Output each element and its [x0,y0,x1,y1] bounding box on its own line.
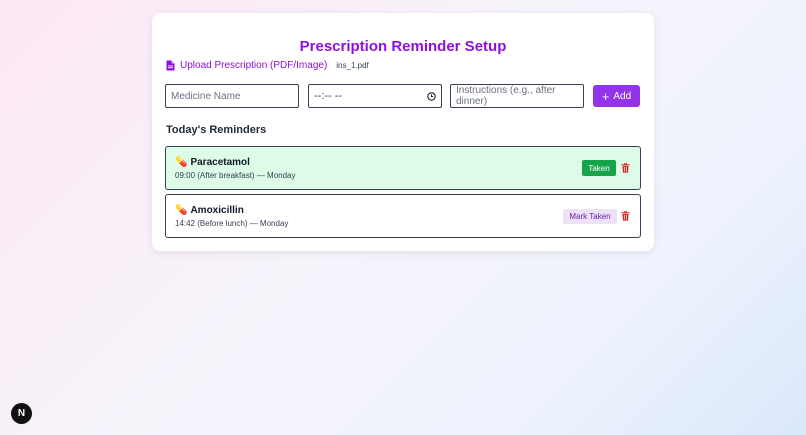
instructions-placeholder: Instructions (e.g., after dinner) [456,85,556,107]
time-input[interactable]: --:-- -- [308,84,442,108]
reminder-item: 💊 Paracetamol 09:00 (After breakfast) — … [165,146,641,190]
reminders-heading: Today's Reminders [166,124,267,136]
document-icon [166,60,175,70]
medicine-name: Paracetamol [190,157,250,168]
reminder-detail: 09:00 (After breakfast) — Monday [175,171,296,180]
add-button[interactable]: + Add [593,85,640,107]
medicine-name-input[interactable]: Medicine Name [165,84,299,108]
uploaded-file-name: ins_1.pdf [336,60,369,70]
upload-row: Upload Prescription (PDF/Image) ins_1.pd… [166,58,369,72]
pill-icon: 💊 [175,205,188,216]
pill-icon: 💊 [175,157,188,168]
taken-button[interactable]: Taken [582,160,616,176]
reminder-item: 💊 Amoxicillin 14:42 (Before lunch) — Mon… [165,194,641,238]
medicine-name: Amoxicillin [190,205,244,216]
next-logo-button[interactable]: N [11,403,32,424]
plus-icon: + [601,88,610,104]
trash-icon[interactable] [621,211,630,221]
clock-icon[interactable] [427,91,436,101]
page-title: Prescription Reminder Setup [299,38,507,55]
instructions-input[interactable]: Instructions (e.g., after dinner) [450,84,584,108]
upload-label: Upload Prescription (PDF/Image) [180,59,328,71]
reminder-detail: 14:42 (Before lunch) — Monday [175,219,289,228]
upload-prescription-button[interactable]: Upload Prescription (PDF/Image) [166,60,327,71]
add-label: Add [613,90,632,102]
reminder-card: Prescription Reminder Setup Upload Presc… [152,13,654,251]
medicine-name-placeholder: Medicine Name [171,90,241,102]
mark-taken-button[interactable]: Mark Taken [563,209,617,224]
trash-icon[interactable] [621,163,630,173]
time-value: --:-- -- [314,90,343,102]
